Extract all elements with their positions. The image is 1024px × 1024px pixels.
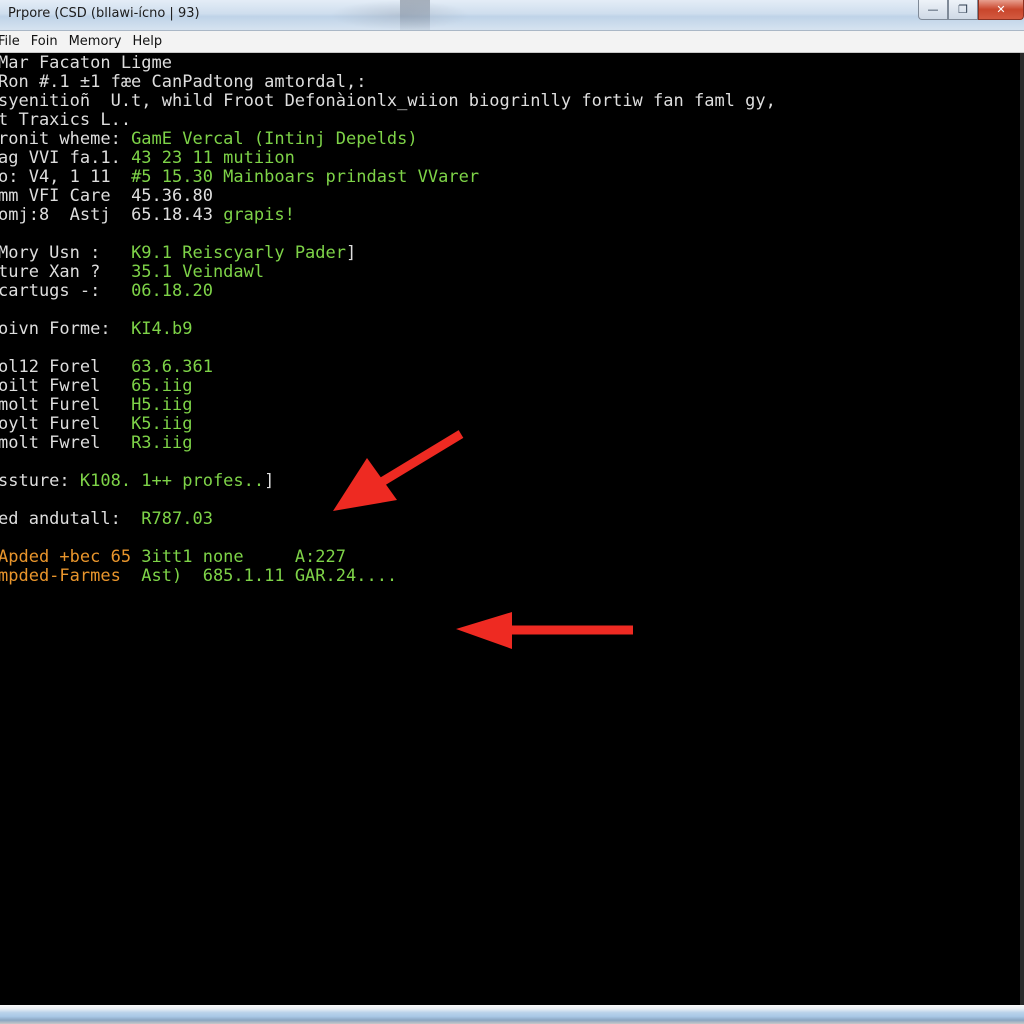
maximize-button[interactable]: ❐ [948, 0, 978, 20]
console-line: omj:8 Astj 65.18.43 grapis! [0, 206, 295, 225]
menu-foin[interactable]: Foin [31, 34, 58, 49]
console-text-segment: syenitioñ U.t, whild Froot Defonàionlx_w… [0, 91, 776, 111]
console-text-segment: ag VVI fa.1. [0, 148, 132, 168]
console-text-segment: 65.iig [131, 376, 193, 396]
console-line: mm VFI Care 45.36.80 [0, 187, 213, 206]
console-line: Mory Usn : K9.1 Reiscyarly Pader] [0, 244, 356, 263]
console-text-segment: omj:8 Astj [0, 205, 132, 225]
console-text-segment: R787.03 [141, 509, 213, 529]
console-text-segment: K108. 1++ profes.. [79, 471, 265, 491]
console-line: o: V4, 1 11 #5 15.30 Mainboars prindast … [0, 168, 479, 187]
console-line: ronit wheme: GamE Vercal (Intinj Depelds… [0, 130, 418, 149]
console-text-segment: Mory Usn : [0, 243, 132, 263]
title-bar-shadow [400, 0, 430, 30]
console-text-segment: 43 23 11 mutiion [131, 148, 295, 168]
red-arrow-diagonal-icon [333, 430, 464, 511]
console-text-segment: 63.6.361 [131, 357, 213, 377]
close-button[interactable]: ✕ [978, 0, 1024, 20]
console-text-segment: molt Fwrel [0, 433, 132, 453]
console-line: Apded +bec 65 3itt1 none A:227 [0, 548, 346, 567]
window-title: Prpore (CSD (bllawi-ícno | 93) [8, 6, 200, 21]
console-text-segment: 3itt1 none A:227 [141, 547, 346, 567]
console-text-segment: grapis! [223, 205, 295, 225]
console-line: ture Xan ? 35.1 Veindawl [0, 263, 264, 282]
arrow-head [456, 612, 512, 649]
menu-help[interactable]: Help [132, 34, 162, 49]
console-text-segment: oilt Fwrel [0, 376, 132, 396]
console-text-segment: Ast) 685.1.11 GAR.24.... [141, 566, 398, 586]
console-text-segment: mm VFI Care [0, 186, 132, 206]
console-text-segment: H5.iig [131, 395, 193, 415]
console-text-segment: oivn Forme: [0, 319, 132, 339]
minimize-icon: — [927, 3, 939, 16]
menu-memory[interactable]: Memory [69, 34, 122, 49]
menu-file[interactable]: File [0, 34, 20, 49]
console-line: ag VVI fa.1. 43 23 11 mutiion [0, 149, 295, 168]
console-line: syenitioñ U.t, whild Froot Defonàionlx_w… [0, 92, 776, 111]
console-text-segment: ssture: [0, 471, 80, 491]
console-output[interactable]: Mar Facaton Ligme Ron #.1 ±1 fæe CanPadto… [0, 53, 1024, 1005]
console-text-segment: mpded-Farmes [0, 566, 142, 586]
console-text-segment: ] [346, 243, 357, 263]
title-bar: Prpore (CSD (bllawi-ícno | 93) — ❐ ✕ [0, 0, 1024, 31]
console-text-segment: KI4.b9 [131, 319, 193, 339]
console-text-segment: 65.18.43 [131, 205, 224, 225]
console-text-segment: 06.18.20 [131, 281, 213, 301]
console-text-segment: ronit wheme: [0, 129, 132, 149]
console-line: oylt Furel K5.iig [0, 415, 192, 434]
console-line: mpded-Farmes Ast) 685.1.11 GAR.24.... [0, 567, 397, 586]
arrow-shaft [377, 430, 464, 487]
console-line: Mar Facaton Ligme [0, 54, 172, 73]
console-text-segment: ] [264, 471, 275, 491]
console-text-segment: cartugs -: [0, 281, 132, 301]
close-icon: ✕ [996, 3, 1006, 16]
console-text-segment: Mar Facaton Ligme [0, 53, 172, 73]
console-text-segment: ed andutall: [0, 509, 142, 529]
console-text-segment: 45.36.80 [131, 186, 213, 206]
console-text-segment: K9.1 Reiscyarly Pader [131, 243, 346, 263]
console-text-segment: o: V4, 1 11 [0, 167, 132, 187]
console-text-segment: K5.iig [131, 414, 193, 434]
console-text-segment: t Traxics L.. [0, 110, 132, 130]
console-line: molt Fwrel R3.iig [0, 434, 192, 453]
console-line: Ron #.1 ±1 fæe CanPadtong amtordal,: [0, 73, 366, 92]
minimize-button[interactable]: — [918, 0, 948, 20]
console-text-segment: ture Xan ? [0, 262, 132, 282]
console-text-segment: R3.iig [131, 433, 193, 453]
red-arrow-horizontal-icon [456, 612, 633, 649]
console-line: ssture: K108. 1++ profes..] [0, 472, 274, 491]
maximize-icon: ❐ [958, 3, 968, 16]
console-text-segment: ol12 Forel [0, 357, 132, 377]
console-line: oivn Forme: KI4.b9 [0, 320, 192, 339]
window-bottom-border [0, 1005, 1024, 1024]
console-text-segment: molt Furel [0, 395, 132, 415]
console-text-segment: #5 15.30 Mainboars prindast VVarer [131, 167, 480, 187]
menu-bar: File Foin Memory Help [0, 31, 1024, 53]
console-text-segment: GamE Vercal (Intinj Depelds) [131, 129, 418, 149]
console-line: oilt Fwrel 65.iig [0, 377, 192, 396]
console-line: ed andutall: R787.03 [0, 510, 213, 529]
window-controls: — ❐ ✕ [918, 0, 1024, 20]
console-text-segment: oylt Furel [0, 414, 132, 434]
console-text-segment: Apded +bec 65 [0, 547, 142, 567]
arrow-head [333, 458, 397, 511]
console-text-segment: 35.1 Veindawl [131, 262, 265, 282]
console-line: t Traxics L.. [0, 111, 131, 130]
console-text-segment: Ron #.1 ±1 fæe CanPadtong amtordal,: [0, 72, 367, 92]
console-line: cartugs -: 06.18.20 [0, 282, 213, 301]
console-line: molt Furel H5.iig [0, 396, 192, 415]
console-line: ol12 Forel 63.6.361 [0, 358, 213, 377]
